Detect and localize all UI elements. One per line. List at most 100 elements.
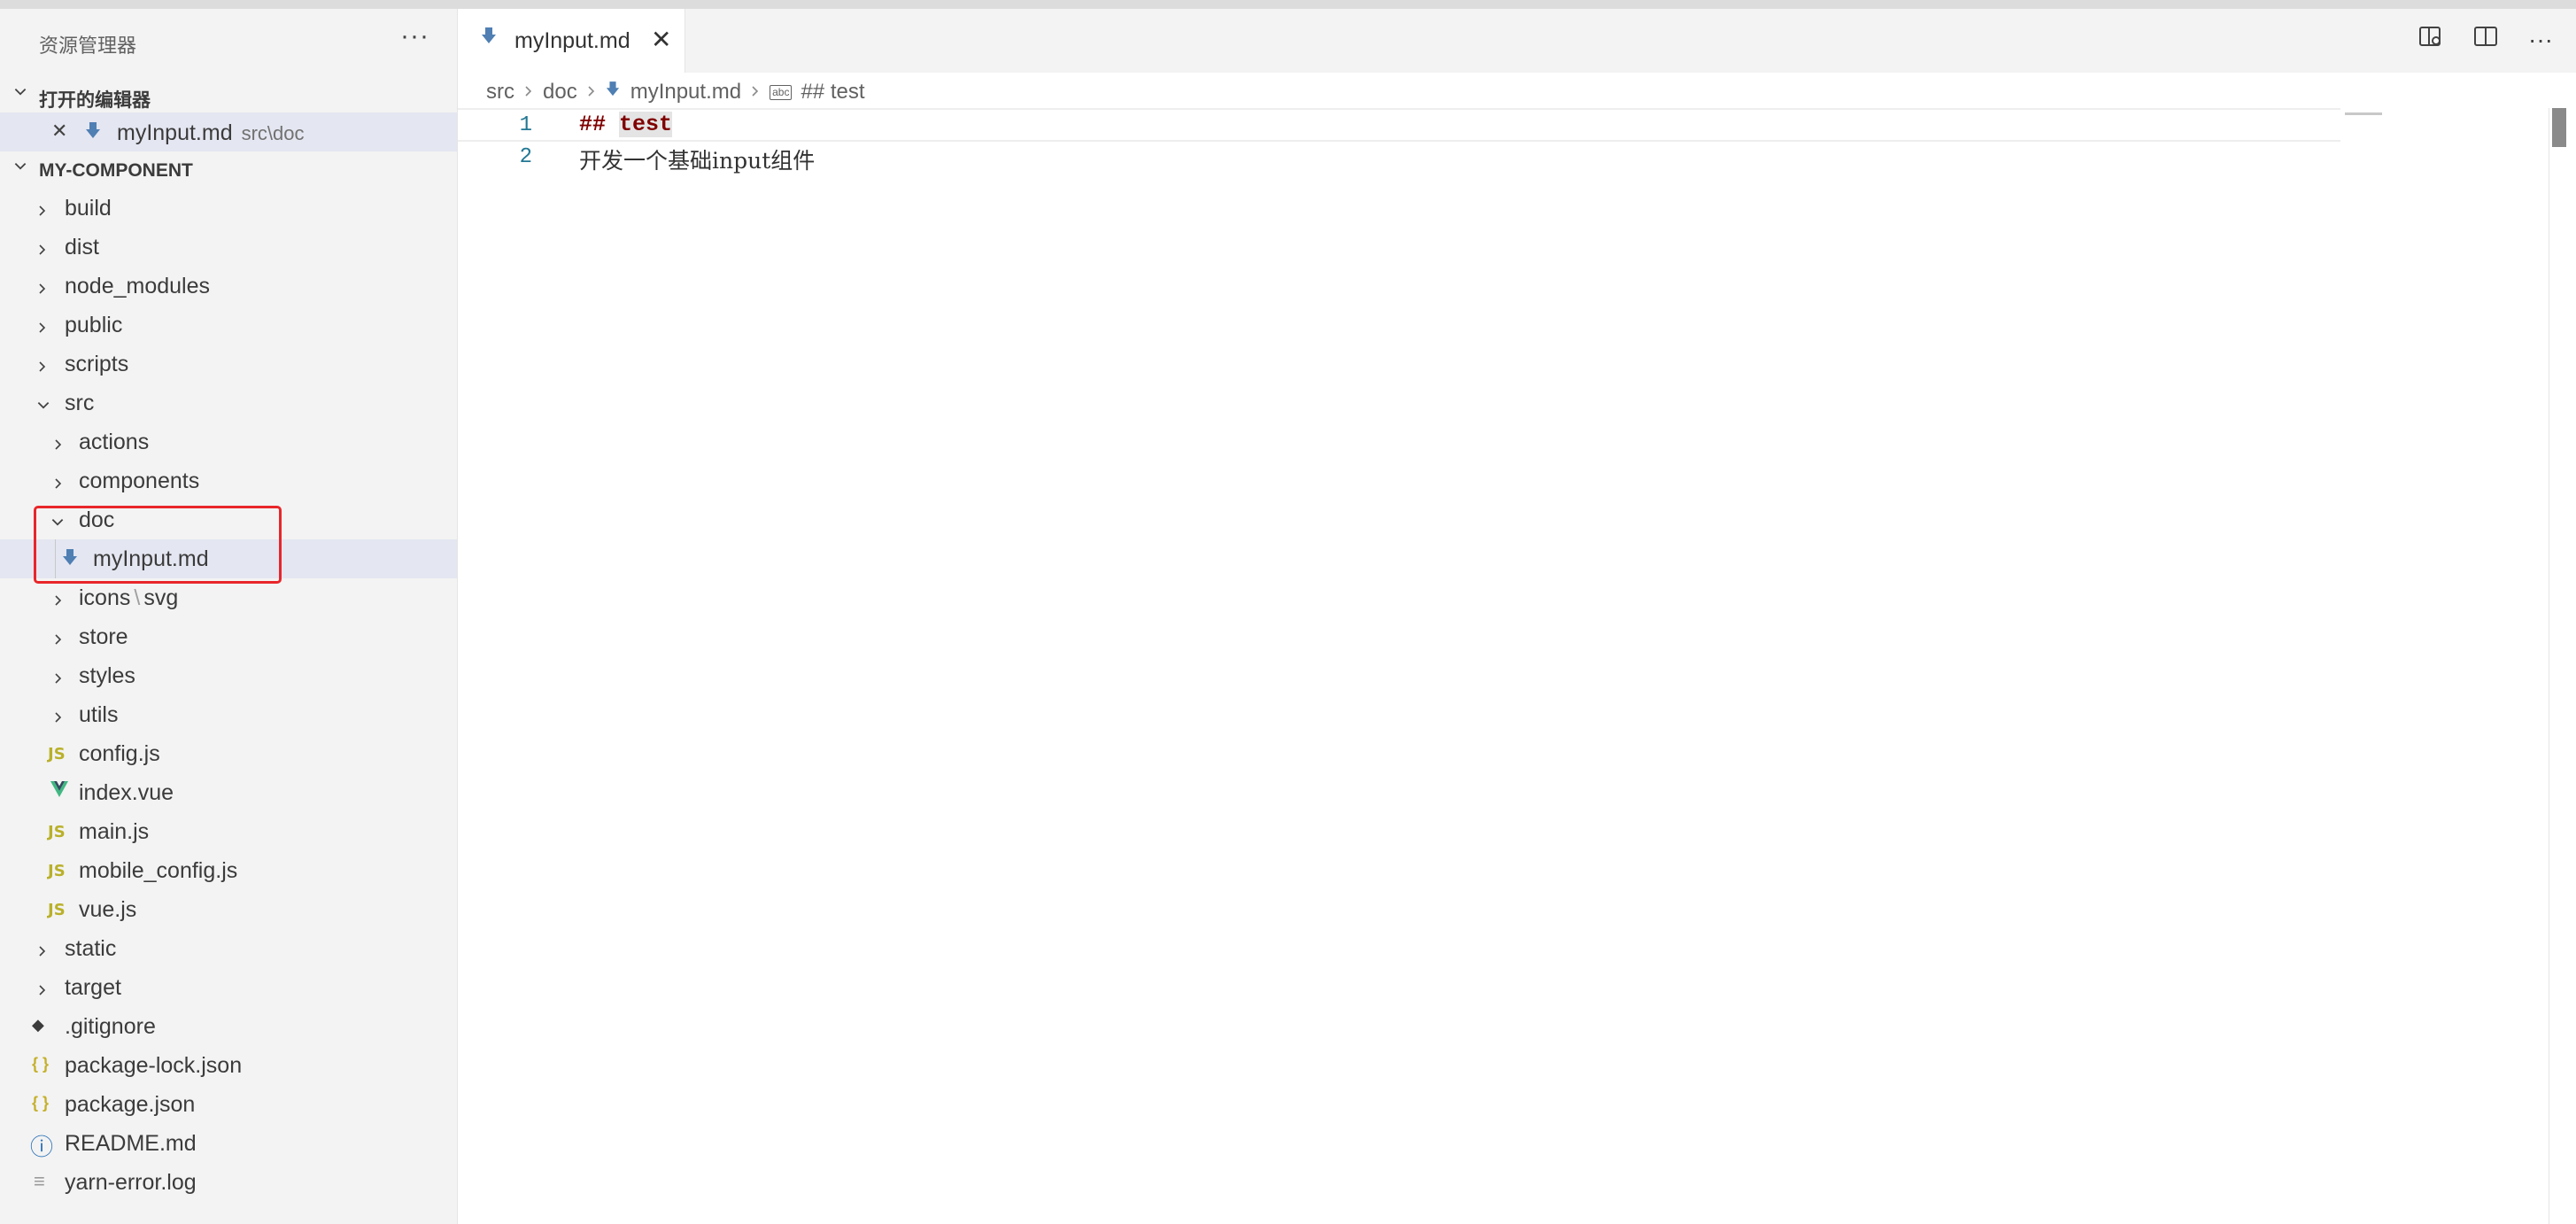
tree-folder-static[interactable]: static [0,929,457,968]
breadcrumb-item-doc[interactable]: doc [543,80,577,105]
line-number: 2 [519,145,532,169]
tree-folder-public[interactable]: public [0,306,457,345]
editor-tab-bar: myInput.md ✕ ··· [458,9,2576,73]
chevron-right-icon [35,979,50,1004]
tree-file-main-js[interactable]: JS main.js [0,812,457,851]
tree-label: static [65,936,117,961]
tree-label: components [79,469,200,493]
explorer-more-actions-icon[interactable]: ··· [400,21,429,51]
json-file-icon: { } [32,1055,50,1073]
tree-folder-dist[interactable]: dist [0,228,457,267]
tree-file-index-vue[interactable]: index.vue [0,773,457,812]
chevron-right-icon [35,199,50,225]
tab-label: myInput.md [514,28,630,53]
javascript-file-icon: JS [48,823,66,841]
tree-label: build [65,196,112,221]
tree-folder-src[interactable]: src [0,383,457,422]
tree-file-package-json[interactable]: { } package.json [0,1085,457,1124]
markdown-file-icon [85,121,101,146]
tree-folder-scripts[interactable]: scripts [0,345,457,383]
explorer-title: 资源管理器 [39,35,137,57]
markdown-file-icon [481,27,497,50]
tree-folder-icons-svg[interactable]: icons \ svg [0,578,457,617]
project-title: MY-COMPONENT [39,160,193,181]
chevron-down-icon [12,159,28,180]
tree-label: README.md [65,1131,197,1156]
open-editor-path: src\doc [241,122,305,144]
tree-folder-components[interactable]: components [0,461,457,500]
open-editor-label: myInput.md src\doc [117,120,305,146]
json-file-icon: { } [32,1094,50,1112]
line-content: 开发一个基础input组件 [579,148,816,174]
tree-file-config-js[interactable]: JS config.js [0,734,457,773]
chevron-down-icon [12,84,28,105]
tree-folder-store[interactable]: store [0,617,457,656]
code-line[interactable]: 2 开发一个基础input组件 [458,142,2335,175]
tree-label: scripts [65,352,129,376]
chevron-right-icon [51,667,66,693]
tree-file-readme-md[interactable]: ⓘ README.md [0,1124,457,1163]
breadcrumb-item-file[interactable]: myInput.md [630,80,741,105]
close-icon[interactable]: ✕ [51,120,67,143]
log-file-icon: ≡ [34,1170,45,1192]
tree-file-package-lock-json[interactable]: { } package-lock.json [0,1046,457,1085]
tab-myinput-md[interactable]: myInput.md ✕ [458,9,685,73]
open-preview-icon[interactable] [2418,25,2443,54]
tree-file-vue-js[interactable]: JS vue.js [0,890,457,929]
minimap[interactable] [2345,112,2382,115]
tree-label: icons \ svg [79,585,178,611]
tree-folder-utils[interactable]: utils [0,695,457,734]
tree-label-icons: icons [79,585,131,610]
window-top-strip [0,0,2576,9]
split-editor-icon[interactable] [2473,25,2498,54]
heading-text: test [619,112,673,137]
scrollbar-thumb[interactable] [2552,108,2566,147]
tree-label: package.json [65,1092,196,1117]
open-editor-item[interactable]: ✕ myInput.md src\doc [0,112,457,151]
open-editors-title: 打开的编辑器 [39,90,151,111]
tree-folder-node-modules[interactable]: node_modules [0,267,457,306]
chevron-right-icon [523,80,534,105]
path-separator: \ [134,585,141,610]
code-line[interactable]: 1 ## test [458,108,2340,142]
editor-actions: ··· [2418,25,2553,54]
explorer-sidebar: 资源管理器 ··· 打开的编辑器 ✕ myInput.md src\doc MY-… [0,9,458,1224]
tree-folder-build[interactable]: build [0,189,457,228]
tree-label: store [79,624,128,649]
javascript-file-icon: JS [48,862,66,880]
line-content: ## test [579,112,673,137]
heading-marker: ## [579,112,607,137]
markdown-file-icon [606,80,620,105]
git-file-icon: ◆ [32,1016,44,1034]
tree-label: index.vue [79,780,174,805]
tree-label: styles [79,663,135,688]
more-actions-icon[interactable]: ··· [2528,26,2553,54]
javascript-file-icon: JS [48,901,66,919]
chevron-right-icon [51,628,66,654]
tree-label: src [65,391,95,415]
breadcrumb-item-symbol[interactable]: ## test [801,80,864,105]
tree-file-yarn-error-log[interactable]: ≡ yarn-error.log [0,1163,457,1202]
chevron-right-icon [35,355,50,381]
tree-folder-styles[interactable]: styles [0,656,457,695]
vue-file-icon [50,780,69,803]
chevron-right-icon [750,80,761,105]
code-editor[interactable]: 1 ## test 2 开发一个基础input组件 [458,108,2340,175]
tree-file-mobile-config-js[interactable]: JS mobile_config.js [0,851,457,890]
breadcrumb-item-src[interactable]: src [486,80,514,105]
chevron-right-icon [586,80,597,105]
tab-close-icon[interactable]: ✕ [651,25,671,54]
annotation-highlight-box [34,506,282,584]
project-section-header[interactable]: MY-COMPONENT [0,152,457,188]
chevron-right-icon [35,940,50,965]
tree-label: target [65,975,121,1000]
info-file-icon: ⓘ [30,1134,54,1160]
tree-file-gitignore[interactable]: ◆ .gitignore [0,1007,457,1046]
chevron-right-icon [51,472,66,498]
line-number: 1 [519,113,532,137]
tree-label: public [65,313,123,337]
javascript-file-icon: JS [48,745,66,763]
open-editors-section-header[interactable]: 打开的编辑器 [0,78,457,113]
tree-folder-actions[interactable]: actions [0,422,457,461]
tree-folder-target[interactable]: target [0,968,457,1007]
